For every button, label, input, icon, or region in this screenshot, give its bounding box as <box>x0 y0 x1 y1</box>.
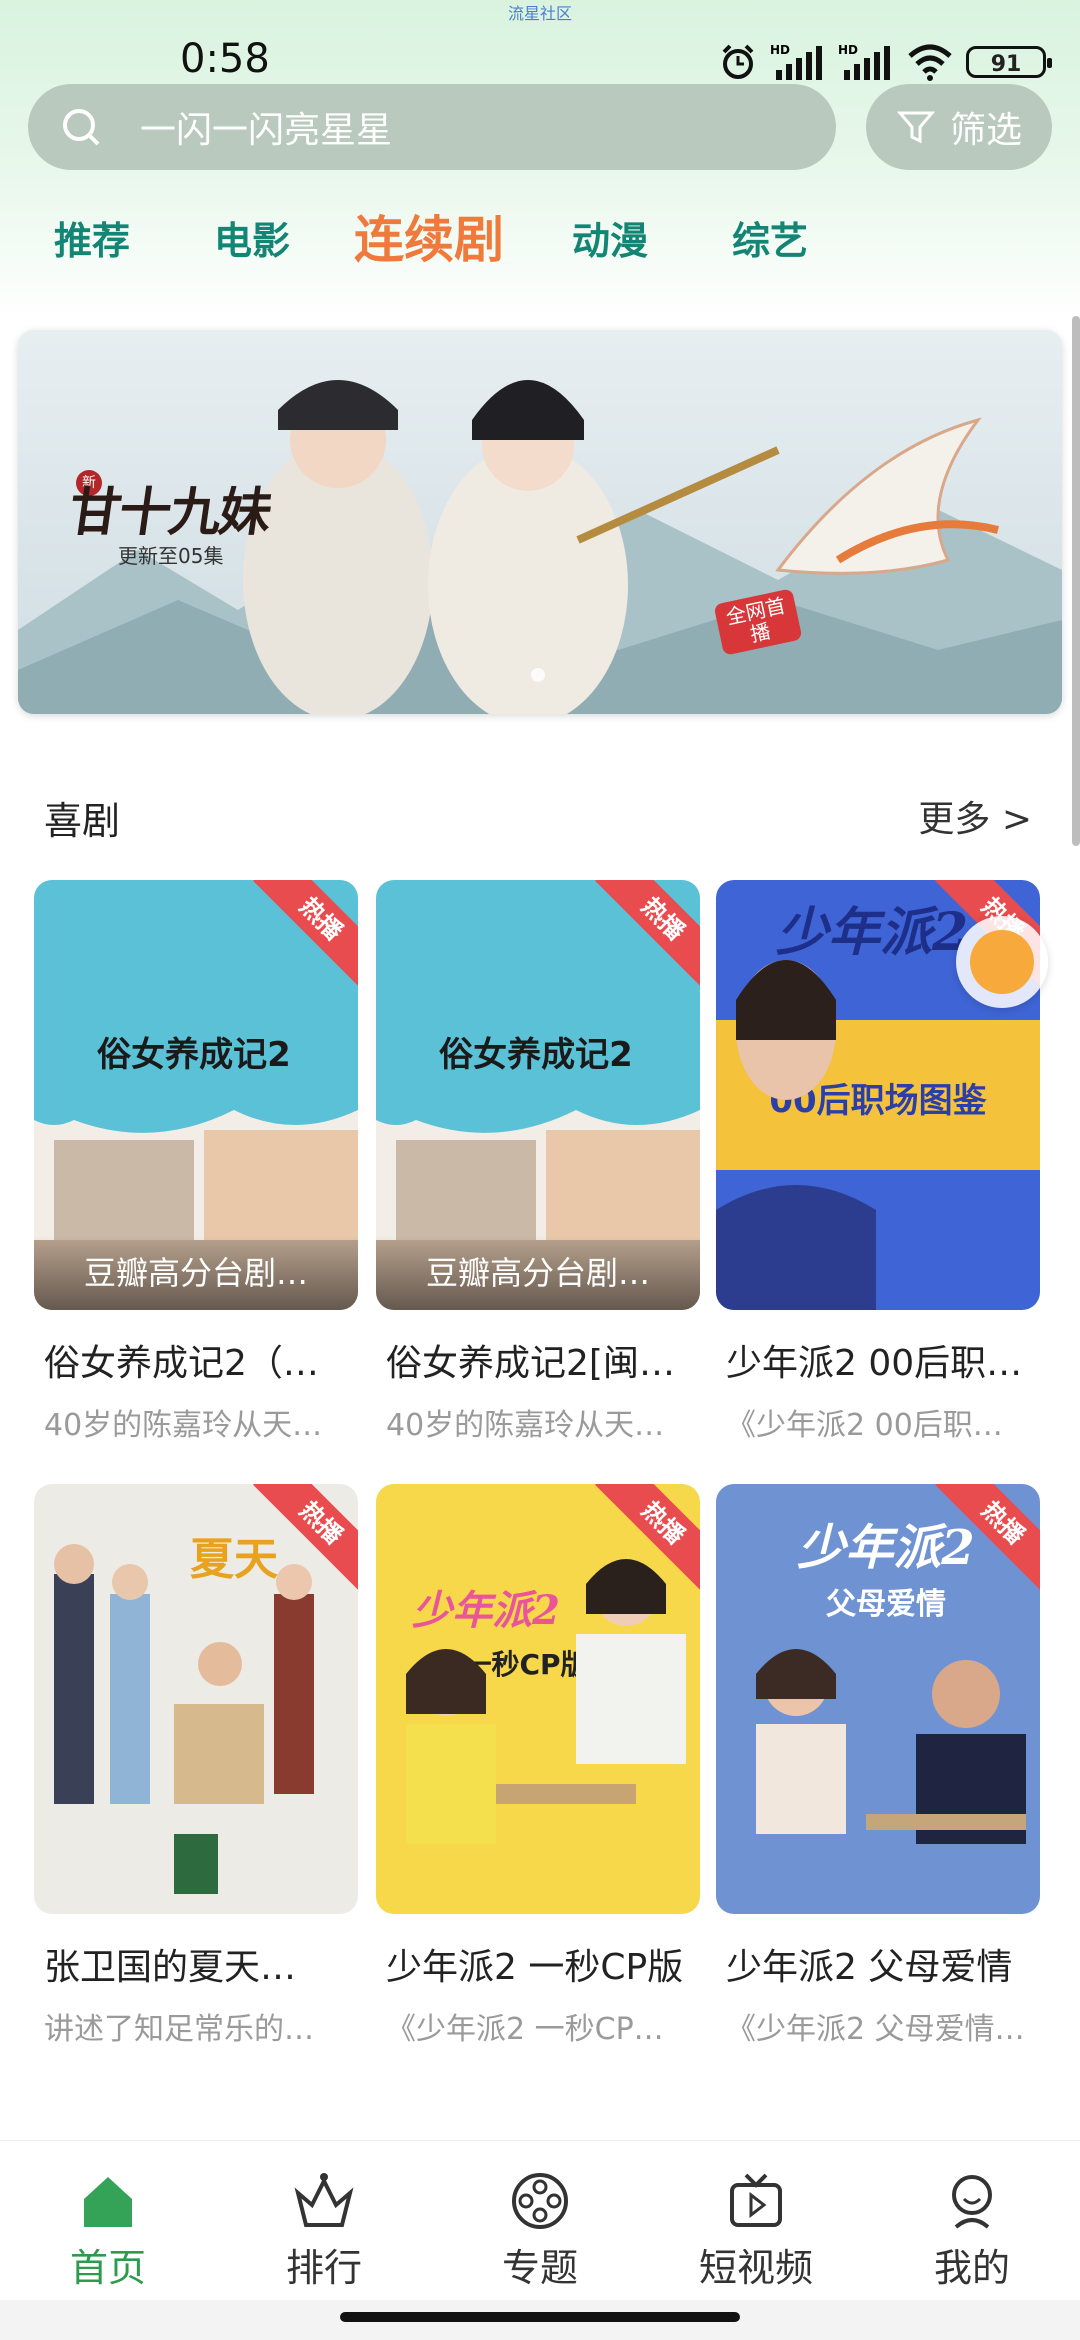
card-description: 40岁的陈嘉玲从天… <box>44 1408 323 1443</box>
svg-text:少年派2: 少年派2 <box>412 1587 560 1634</box>
nav-home[interactable]: 首页 <box>18 2167 198 2292</box>
video-card[interactable]: 少年派2 父母爱情 热播 少年派2 父母爱情 《少年派2 父母爱情… <box>716 1484 1040 2048</box>
nav-profile[interactable]: 我的 <box>882 2167 1062 2292</box>
status-icons: HD HD 91 <box>718 40 1052 84</box>
poster: 夏天 热播 <box>34 1484 358 1914</box>
nav-label: 首页 <box>69 2246 146 2290</box>
nav-label: 排行 <box>285 2246 362 2290</box>
nav-label: 专题 <box>501 2246 578 2290</box>
status-bar: 0:58 HD HD 91 <box>0 36 1080 88</box>
video-card[interactable]: 俗女养成记2 热播 豆瓣高分台剧… 俗女养成记2（… 40岁的陈嘉玲从天… <box>34 880 358 1444</box>
app-label: 流星社区 <box>507 4 572 23</box>
card-description: 《少年派2 00后职… <box>726 1408 1003 1443</box>
poster-caption: 豆瓣高分台剧… <box>34 1236 358 1310</box>
home-icon <box>84 2177 132 2227</box>
card-title: 少年派2 00后职… <box>726 1343 1023 1384</box>
card-description: 40岁的陈嘉玲从天… <box>386 1408 665 1443</box>
poster-artwork: 夏天 <box>34 1484 358 1914</box>
nav-label: 短视频 <box>698 2246 813 2290</box>
svg-text:HD: HD <box>838 43 858 57</box>
nav-ranking[interactable]: 排行 <box>234 2167 414 2292</box>
status-time: 0:58 <box>180 36 270 82</box>
video-card[interactable]: 俗女养成记2 热播 豆瓣高分台剧… 俗女养成记2[闽… 40岁的陈嘉玲从天… <box>376 880 700 1444</box>
tab-recommend[interactable]: 推荐 <box>54 210 130 265</box>
card-title: 俗女养成记2[闽… <box>386 1343 675 1384</box>
tab-movie[interactable]: 电影 <box>214 210 290 265</box>
card-title: 少年派2 一秒CP版 <box>386 1947 684 1988</box>
svg-text:少年派2: 少年派2 <box>776 902 968 963</box>
filter-icon <box>896 111 936 144</box>
ranking-icon <box>294 2173 354 2227</box>
section-title: 喜剧 <box>44 799 121 843</box>
banner-update: 更新至05集 <box>118 544 224 568</box>
card-title: 俗女养成记2（… <box>44 1343 319 1384</box>
more-link[interactable]: 更多 > <box>918 790 1032 842</box>
signal-icon-2: HD <box>838 43 890 80</box>
section-header: 喜剧 更多 > <box>0 784 1080 844</box>
poster: 少年派2 一秒CP版 热播 <box>376 1484 700 1914</box>
battery-indicator: 91 <box>966 46 1052 78</box>
card-title: 张卫国的夏天… <box>44 1947 297 1988</box>
nav-topics[interactable]: 专题 <box>450 2167 630 2292</box>
video-card[interactable]: 夏天 热播 张卫国的夏天… 讲述了知足常乐的… <box>34 1484 358 2048</box>
svg-text:夏天: 夏天 <box>190 1534 278 1585</box>
svg-text:俗女养成记2: 俗女养成记2 <box>97 1035 291 1075</box>
nav-label: 我的 <box>933 2246 1010 2290</box>
poster: 俗女养成记2 热播 豆瓣高分台剧… <box>376 880 700 1310</box>
video-card[interactable]: 少年派2 一秒CP版 热播 少年派2 一秒CP版 《少年派2 一秒CP… <box>376 1484 700 2048</box>
film-reel-icon <box>512 2173 568 2229</box>
svg-text:父母爱情: 父母爱情 <box>826 1587 946 1622</box>
search-input[interactable]: 一闪一闪亮星星 <box>28 84 836 170</box>
banner-title: 甘十九妹 <box>65 482 274 543</box>
bottom-navigation: 首页 排行 专题 短视频 我的 <box>0 2140 1080 2301</box>
nav-short-video[interactable]: 短视频 <box>666 2167 846 2292</box>
svg-text:HD: HD <box>770 43 790 57</box>
svg-text:少年派2: 少年派2 <box>797 1520 974 1576</box>
category-tabs: 推荐 电影 连续剧 动漫 综艺 <box>0 196 1080 276</box>
home-indicator[interactable] <box>340 2312 740 2322</box>
tab-variety[interactable]: 综艺 <box>732 210 808 265</box>
scrollbar[interactable] <box>1072 316 1080 846</box>
poster: 少年派2 父母爱情 热播 <box>716 1484 1040 1914</box>
svg-text:俗女养成记2: 俗女养成记2 <box>439 1035 633 1075</box>
alarm-icon <box>722 44 754 79</box>
wifi-icon <box>908 44 952 81</box>
poster-artwork: 少年派2 父母爱情 <box>716 1484 1040 1914</box>
floating-action-button[interactable] <box>956 916 1048 1008</box>
filter-button[interactable]: 筛选 <box>866 84 1052 170</box>
signal-icon: HD <box>770 43 822 80</box>
tv-play-icon <box>730 2173 782 2227</box>
poster-artwork: 少年派2 一秒CP版 <box>376 1484 700 1914</box>
search-icon <box>63 109 100 146</box>
tab-series[interactable]: 连续剧 <box>354 200 504 272</box>
filter-label: 筛选 <box>949 110 1022 151</box>
tab-anime[interactable]: 动漫 <box>572 210 648 265</box>
floating-button-icon <box>970 930 1034 994</box>
card-title: 少年派2 父母爱情 <box>726 1947 1013 1988</box>
profile-icon <box>952 2175 992 2229</box>
card-description: 《少年派2 一秒CP… <box>386 2012 664 2047</box>
poster: 俗女养成记2 热播 豆瓣高分台剧… <box>34 880 358 1310</box>
search-placeholder: 一闪一闪亮星星 <box>140 110 393 151</box>
card-description: 《少年派2 父母爱情… <box>726 2012 1025 2047</box>
poster-caption: 豆瓣高分台剧… <box>376 1236 700 1310</box>
card-description: 讲述了知足常乐的… <box>44 2012 314 2047</box>
